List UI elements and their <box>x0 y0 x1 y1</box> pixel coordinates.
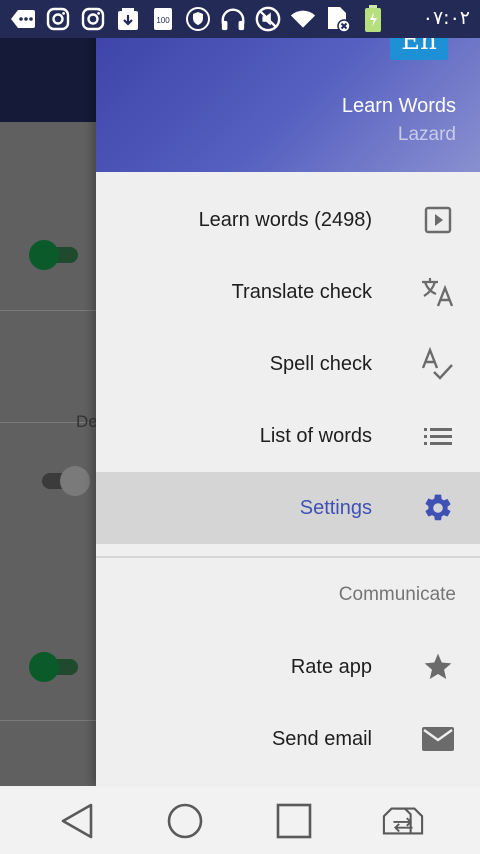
menu-item-label: Settings <box>299 496 372 519</box>
gear-icon <box>420 490 456 526</box>
partial-label: De <box>76 412 98 431</box>
instagram-icon <box>80 6 106 32</box>
headphones-icon <box>220 6 246 32</box>
menu-item-spell-check[interactable]: Spell check <box>96 328 480 400</box>
back-icon[interactable] <box>56 800 98 842</box>
toggle-switch-on[interactable] <box>28 238 82 270</box>
drawer-menu: Learn words (2498) Translate check Spell… <box>96 184 480 544</box>
storage-100-icon: 100 <box>150 6 176 32</box>
instagram-icon <box>45 6 71 32</box>
menu-item-label: Rate app <box>290 655 372 678</box>
status-bar: 100 ٠٧:٠٢ <box>0 0 480 38</box>
menu-item-label: List of words <box>259 424 372 447</box>
home-icon[interactable] <box>164 800 206 842</box>
system-nav-bar <box>0 786 480 854</box>
sim-icon <box>325 6 351 33</box>
toggle-switch-on[interactable] <box>28 650 82 682</box>
menu-item-label: Translate check <box>231 280 372 303</box>
mail-icon <box>420 721 456 757</box>
shield-icon <box>185 6 211 32</box>
download-icon <box>115 6 141 32</box>
mute-icon <box>255 6 281 32</box>
menu-item-translate-check[interactable]: Translate check <box>96 256 480 328</box>
section-title-communicate: Communicate <box>338 584 456 605</box>
divider <box>0 720 100 721</box>
toggle-switch-off[interactable] <box>36 464 90 496</box>
menu-item-send-email[interactable]: Send email <box>96 703 480 775</box>
section-divider <box>96 556 480 558</box>
menu-item-list-of-words[interactable]: List of words <box>96 400 480 472</box>
navigation-drawer: En Learn Words Lazard Learn words (2498)… <box>96 0 480 786</box>
app-subtitle: Lazard <box>397 124 456 145</box>
menu-item-settings[interactable]: Settings <box>96 472 480 544</box>
translate-icon <box>420 274 456 310</box>
spellcheck-icon <box>420 346 456 382</box>
play-box-icon <box>420 202 456 238</box>
menu-item-label: Spell check <box>269 352 372 375</box>
app-title: Learn Words <box>341 95 456 117</box>
menu-item-learn-words[interactable]: Learn words (2498) <box>96 184 480 256</box>
chat-icon <box>10 6 36 32</box>
clock: ٠٧:٠٢ <box>422 7 470 29</box>
svg-text:100: 100 <box>156 16 170 25</box>
switch-sim-icon[interactable] <box>382 800 424 842</box>
menu-item-rate-app[interactable]: Rate app <box>96 631 480 703</box>
battery-charging-icon <box>360 5 386 32</box>
communicate-menu: Rate app Send email <box>96 631 480 775</box>
recents-icon[interactable] <box>273 800 315 842</box>
wifi-icon <box>290 6 316 32</box>
divider <box>0 310 100 311</box>
menu-item-label: Learn words (2498) <box>198 208 372 231</box>
star-icon <box>420 649 456 685</box>
list-icon <box>420 418 456 454</box>
menu-item-label: Send email <box>271 727 372 750</box>
